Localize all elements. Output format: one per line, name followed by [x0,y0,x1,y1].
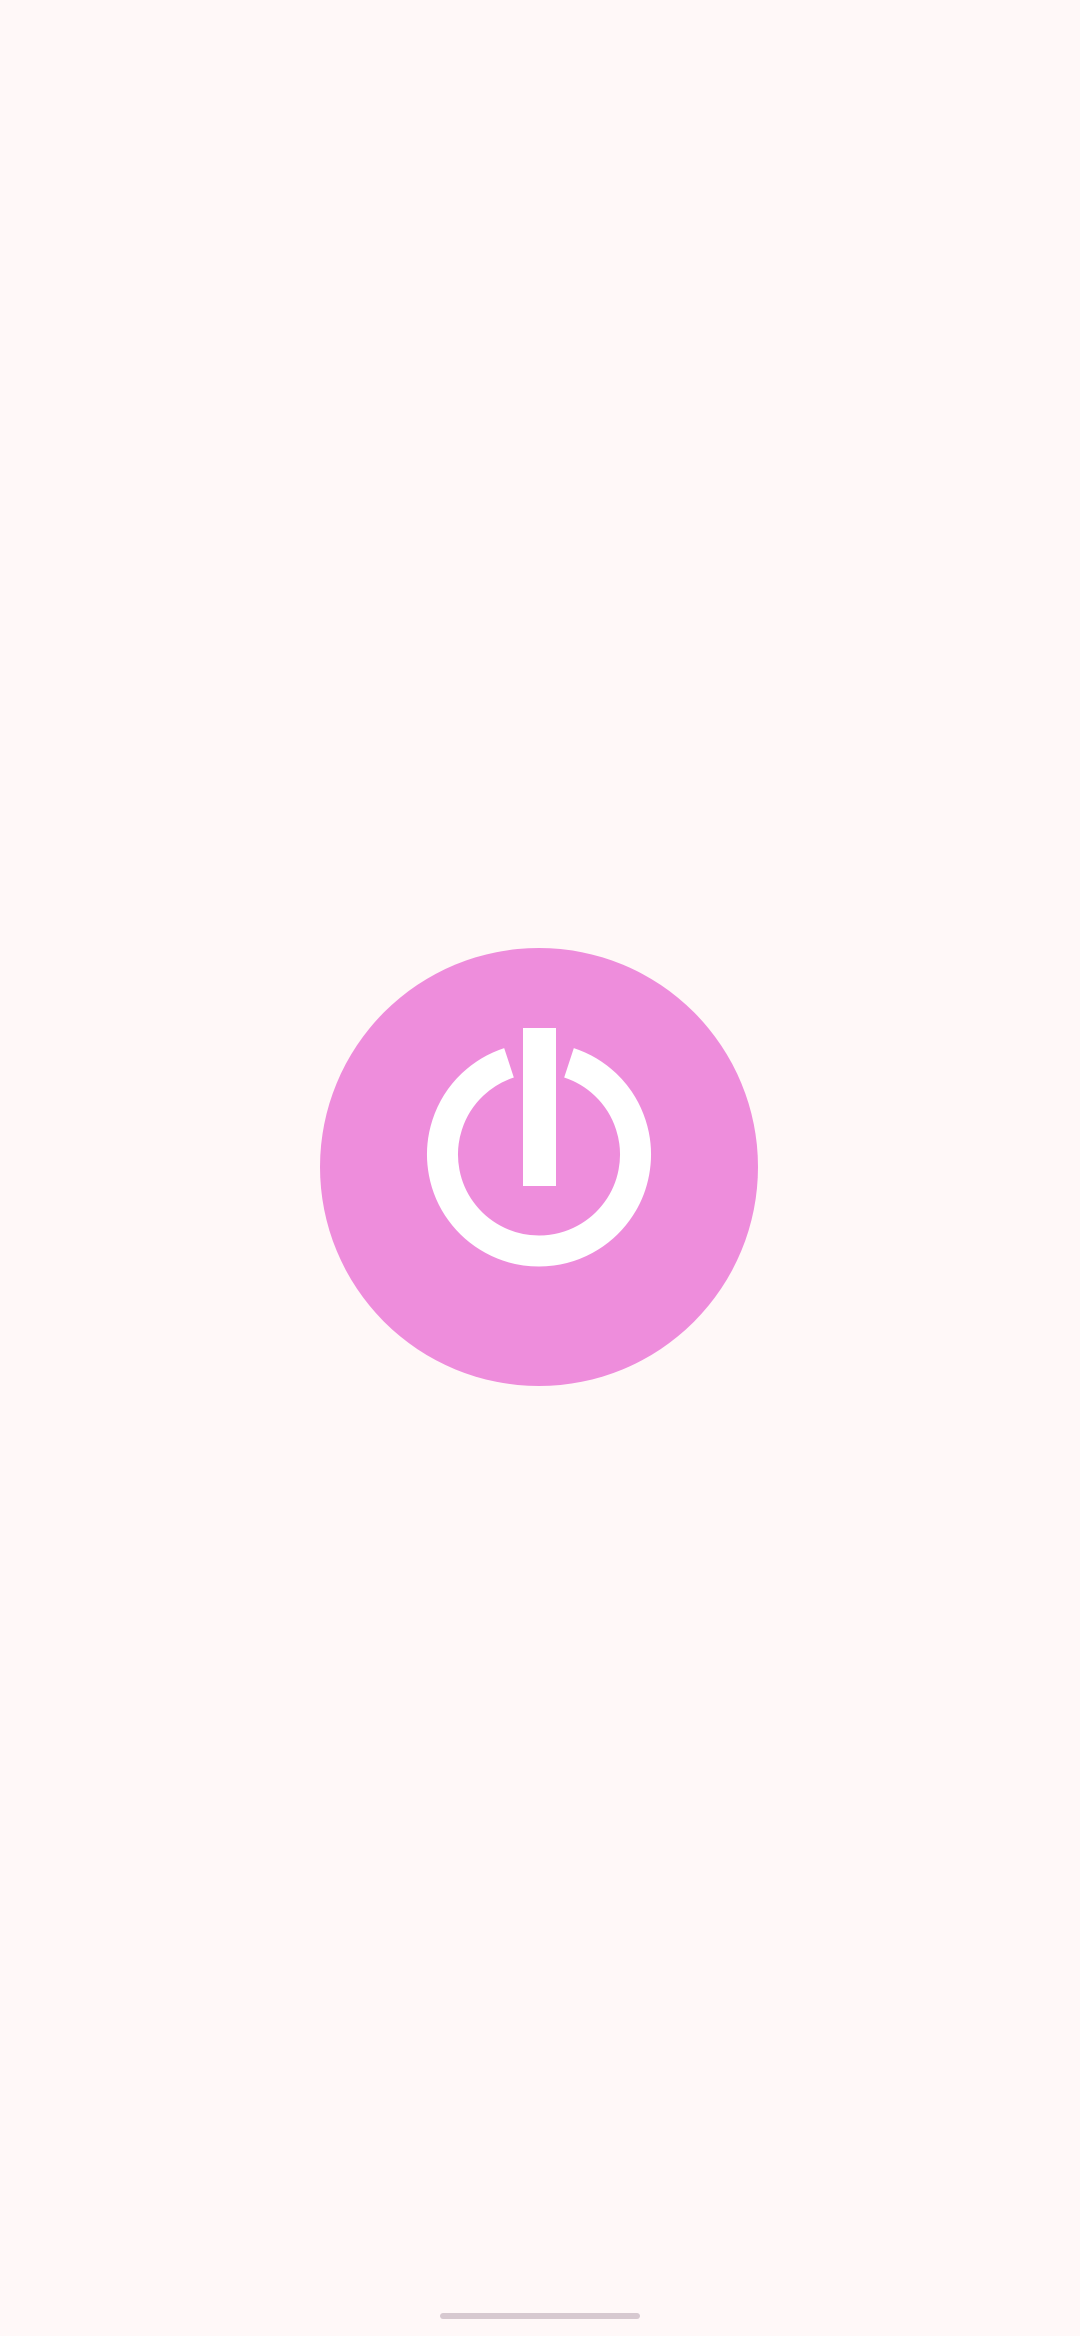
app-screen [0,0,1080,2336]
power-icon [427,1028,651,1267]
home-indicator[interactable] [440,2313,640,2319]
power-toggle-button[interactable] [320,948,758,1386]
